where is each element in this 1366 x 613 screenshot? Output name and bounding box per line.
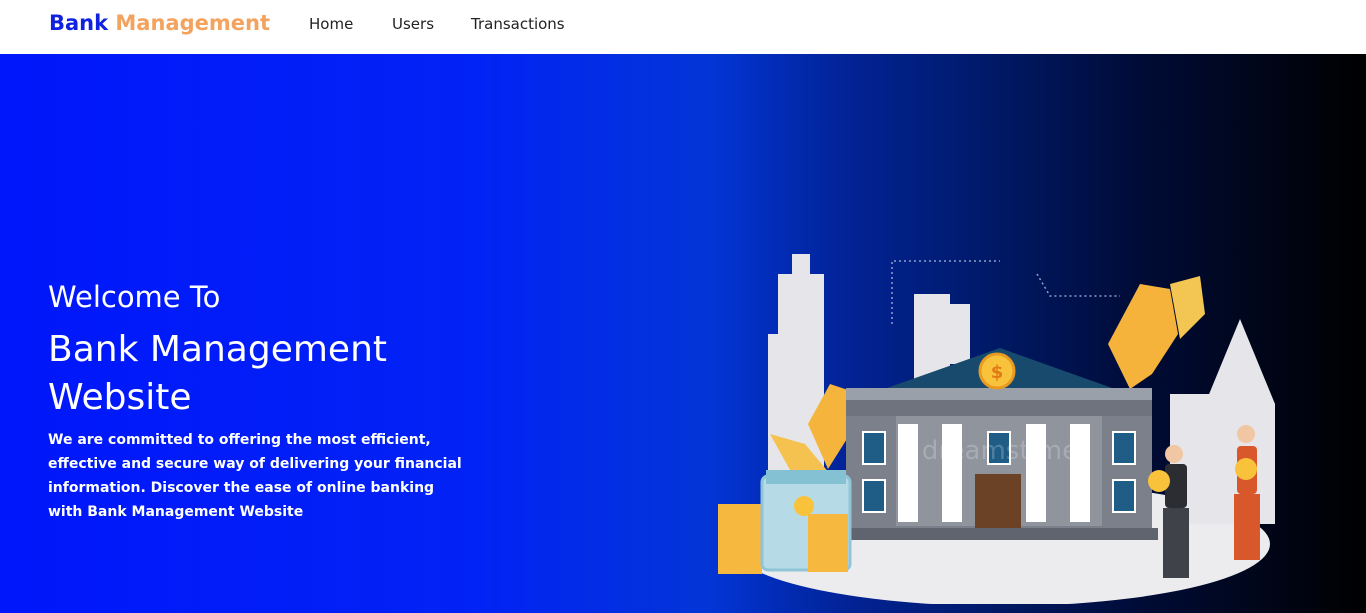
svg-text:$: $: [991, 362, 1004, 383]
coin-stacks-icon: [718, 470, 852, 574]
hero-description: We are committed to offering the most ef…: [48, 432, 462, 520]
nav-link-users[interactable]: Users: [392, 15, 434, 33]
hero-title: Bank Management Website: [48, 326, 387, 422]
hero-welcome-text: Welcome To: [48, 280, 221, 314]
hero-title-line-1: Bank Management: [48, 329, 388, 370]
bank-illustration: $ dreamstime: [718, 254, 1275, 604]
top-navbar: Bank Management Home Users Transactions: [0, 0, 1366, 54]
nav-link-home[interactable]: Home: [309, 15, 353, 33]
brand-word-management: Management: [115, 11, 270, 35]
hero-title-line-2: Website: [48, 377, 192, 418]
nav-link-transactions[interactable]: Transactions: [471, 15, 565, 33]
brand-logo[interactable]: Bank Management: [49, 11, 270, 35]
hero-section: Welcome To Bank Management Website We ar…: [0, 54, 1366, 613]
brand-word-bank: Bank: [49, 11, 109, 35]
watermark-text: dreamstime: [922, 436, 1078, 466]
